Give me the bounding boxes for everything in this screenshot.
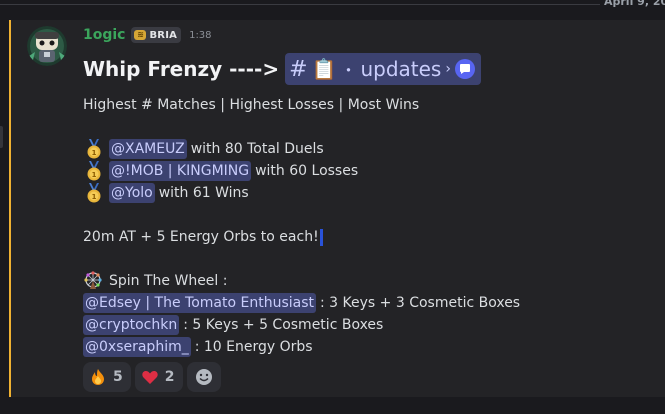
svg-text:1: 1 <box>92 171 97 179</box>
server-tag-icon: ≋ <box>134 30 147 40</box>
reaction-count: 5 <box>113 369 123 385</box>
add-reaction-button[interactable] <box>186 362 221 392</box>
wheel-winner-row: @Edsey | The Tomato Enthusiast : 3 Keys … <box>83 293 520 313</box>
avatar[interactable] <box>27 26 67 66</box>
wheel-winner-row: @cryptochkn : 5 Keys + 5 Cosmetic Boxes <box>83 315 383 335</box>
avatar-image <box>27 26 67 66</box>
reward-line: 20m AT + 5 Energy Orbs to each! <box>83 227 323 247</box>
message-title-row: Whip Frenzy ----> # 📋 ・ updates › <box>83 52 481 86</box>
user-mention[interactable]: @cryptochkn <box>83 315 180 335</box>
fire-icon <box>92 369 104 385</box>
author-username[interactable]: 1ogic <box>83 27 125 43</box>
channel-mention-updates[interactable]: # 📋 ・ updates › <box>285 53 481 85</box>
chevron-right-icon: › <box>445 61 451 77</box>
wheel-prize-text: : 5 Keys + 5 Cosmetic Boxes <box>183 317 384 333</box>
reaction-heart[interactable]: 2 <box>134 362 183 392</box>
wheel-winner-row: @0xseraphim_ : 10 Energy Orbs <box>83 337 313 357</box>
chat-message: 1ogic ≋ BRIA 1:38 Whip Frenzy ----> # 📋 … <box>9 20 665 397</box>
channel-separator: ・ <box>340 61 357 80</box>
user-mention[interactable]: @Edsey | The Tomato Enthusiast <box>83 293 316 313</box>
reaction-count: 2 <box>164 369 175 385</box>
user-mention[interactable]: @0xseraphim_ <box>83 337 191 357</box>
thread-bubble-icon <box>454 59 475 79</box>
categories-line: Highest # Matches | Highest Losses | Mos… <box>83 97 420 113</box>
wheel-title-row: Spin The Wheel : <box>83 271 227 291</box>
ferris-wheel-icon <box>84 271 102 289</box>
chat-bottom-spacer <box>0 397 665 414</box>
channel-hash-icon: # <box>289 56 308 82</box>
medal-icon: 1 <box>87 183 101 203</box>
reward-text: 20m AT + 5 Energy Orbs to each! <box>83 229 319 245</box>
user-mention[interactable]: @XAMEUZ <box>109 139 187 159</box>
message-timestamp[interactable]: 1:38 <box>189 30 211 41</box>
smiley-icon <box>195 369 212 385</box>
medal-icon: 1 <box>87 161 101 181</box>
server-tag-label: BRIA <box>149 29 178 41</box>
wheel-prize-text: : 3 Keys + 3 Cosmetic Boxes <box>320 295 521 311</box>
message-title: Whip Frenzy ----> <box>83 57 280 81</box>
channel-name: updates <box>360 57 442 81</box>
date-divider-line <box>0 4 600 5</box>
medal-icon: 1 <box>87 139 101 159</box>
user-mention[interactable]: @Yolo <box>109 183 155 203</box>
date-divider: April 9, 2025 <box>0 0 665 10</box>
ranking-text: with 80 Total Duels <box>190 141 324 157</box>
ranking-text: with 60 Losses <box>255 163 359 179</box>
svg-text:1: 1 <box>92 193 97 201</box>
user-mention[interactable]: @!MOB | KINGMING <box>109 161 252 181</box>
ranking-row: 1 @Yolo with 61 Wins <box>83 183 249 203</box>
svg-text:1: 1 <box>92 149 97 157</box>
server-tag-badge[interactable]: ≋ BRIA <box>131 27 182 43</box>
ranking-row: 1 @XAMEUZ with 80 Total Duels <box>83 139 324 159</box>
ranking-row: 1 @!MOB | KINGMING with 60 Losses <box>83 161 358 181</box>
reactions-bar: 5 2 <box>83 362 221 392</box>
text-cursor <box>319 228 323 246</box>
reaction-fire[interactable]: 5 <box>83 362 131 392</box>
clipboard-icon: 📋 <box>311 57 337 81</box>
message-header: 1ogic ≋ BRIA 1:38 <box>83 25 212 45</box>
heart-icon <box>142 370 158 384</box>
wheel-title: Spin The Wheel : <box>109 273 228 289</box>
date-divider-label: April 9, 2025 <box>604 0 665 8</box>
wheel-prize-text: : 10 Energy Orbs <box>194 339 313 355</box>
scroll-edge-indicator <box>0 126 3 148</box>
ranking-text: with 61 Wins <box>158 185 249 201</box>
